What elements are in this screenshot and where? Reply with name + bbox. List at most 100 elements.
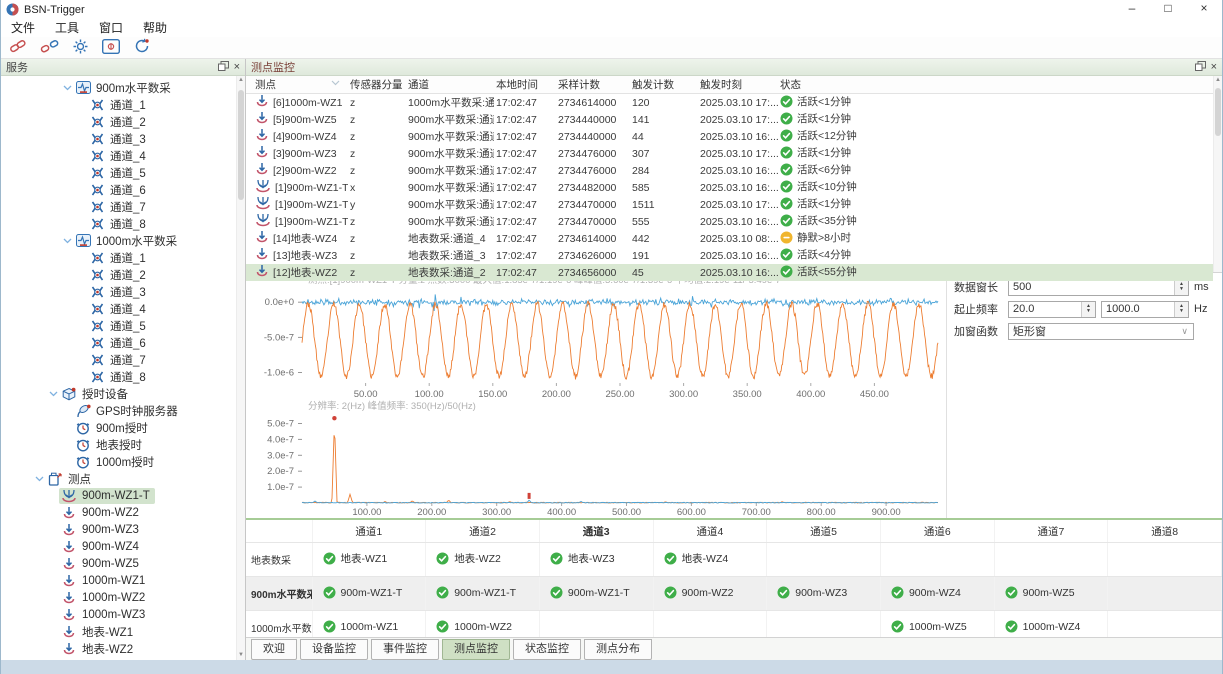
tree-item[interactable]: 通道_2: [1, 113, 245, 130]
tree-item[interactable]: 通道_8: [1, 368, 245, 385]
sidebar-scrollbar[interactable]: ▲ ▼: [236, 76, 245, 660]
table-row[interactable]: [4]900m-WZ4z900m水平数采:通道_617:02:472734440…: [246, 128, 1213, 145]
tree-item[interactable]: 900m-WZ1-T: [1, 487, 245, 504]
tab-item-2[interactable]: 设备监控: [300, 639, 368, 660]
column-header[interactable]: 传感器分量: [348, 76, 406, 94]
scroll-down-icon[interactable]: ▼: [237, 651, 245, 660]
grid-cell[interactable]: [1108, 543, 1222, 577]
table-row[interactable]: [1]900m-WZ1-Ty900m水平数采:通道_217:02:4727344…: [246, 196, 1213, 213]
tree-item[interactable]: 地表授时: [1, 436, 245, 453]
grid-cell[interactable]: 900m-WZ1-T: [426, 577, 540, 611]
grid-cell[interactable]: 地表-WZ1: [312, 543, 426, 577]
toolbar-connect-button[interactable]: [8, 39, 28, 57]
column-header[interactable]: 状态: [778, 76, 1213, 94]
tree-item[interactable]: 通道_5: [1, 164, 245, 181]
grid-cell[interactable]: [1108, 577, 1222, 611]
grid-cell[interactable]: [539, 611, 653, 638]
tree-item[interactable]: 通道_5: [1, 317, 245, 334]
freq-end-input[interactable]: 1000.0▲▼: [1101, 301, 1189, 318]
tree-item[interactable]: 通道_4: [1, 147, 245, 164]
grid-cell[interactable]: [880, 543, 994, 577]
tree-item[interactable]: 1000m水平数采: [1, 232, 245, 249]
close-button[interactable]: ×: [1186, 0, 1222, 19]
chevron-expanded-icon[interactable]: [33, 476, 45, 482]
menu-item-1[interactable]: 文件: [1, 19, 45, 37]
minimize-button[interactable]: –: [1114, 0, 1150, 19]
tree-item[interactable]: 900m-WZ5: [1, 555, 245, 572]
table-row[interactable]: [3]900m-WZ3z900m水平数采:通道_517:02:472734476…: [246, 145, 1213, 162]
chevron-expanded-icon[interactable]: [47, 391, 59, 397]
toolbar-refresh-button[interactable]: [132, 39, 152, 57]
toolbar-disconnect-button[interactable]: [39, 39, 59, 57]
grid-cell[interactable]: 1000m-WZ5: [880, 611, 994, 638]
tree-item[interactable]: 通道_3: [1, 130, 245, 147]
scroll-up-icon[interactable]: ▲: [237, 76, 245, 85]
tree-item[interactable]: 1000m-WZ3: [1, 606, 245, 623]
float-panel-icon[interactable]: [1195, 61, 1206, 74]
grid-cell[interactable]: 地表-WZ4: [653, 543, 767, 577]
tree-item[interactable]: 900m-WZ4: [1, 538, 245, 555]
tree-item[interactable]: 1000m-WZ1: [1, 572, 245, 589]
tab-item-6[interactable]: 测点分布: [584, 639, 652, 660]
freq-start-input[interactable]: 20.0▲▼: [1008, 301, 1096, 318]
table-row[interactable]: [1]900m-WZ1-Tz900m水平数采:通道_317:02:4727344…: [246, 213, 1213, 230]
grid-cell[interactable]: [994, 543, 1108, 577]
toolbar-settings-button[interactable]: [70, 39, 90, 57]
toolbar-console-button[interactable]: [101, 39, 121, 57]
column-header[interactable]: 测点: [246, 76, 348, 94]
spinner-buttons[interactable]: ▲▼: [1174, 280, 1188, 295]
grid-cell[interactable]: 900m-WZ2: [653, 577, 767, 611]
grid-cell[interactable]: 1000m-WZ4: [994, 611, 1108, 638]
maximize-button[interactable]: □: [1150, 0, 1186, 19]
tree-item[interactable]: 900m-WZ2: [1, 504, 245, 521]
grid-cell[interactable]: 900m-WZ3: [767, 577, 881, 611]
table-row[interactable]: [6]1000m-WZ1z1000m水平数采:通道_117:02:4727346…: [246, 94, 1213, 112]
tree-item[interactable]: GPS时钟服务器: [1, 402, 245, 419]
scrollbar-thumb[interactable]: [238, 90, 244, 200]
tree-item[interactable]: 通道_8: [1, 215, 245, 232]
chevron-expanded-icon[interactable]: [61, 85, 73, 91]
float-panel-icon[interactable]: [218, 61, 229, 74]
grid-cell[interactable]: [767, 611, 881, 638]
tree-item[interactable]: 1000m-WZ2: [1, 589, 245, 606]
table-scrollbar[interactable]: ▲: [1213, 76, 1222, 272]
table-row[interactable]: [13]地表-WZ3z地表数采:通道_317:02:47273462600019…: [246, 247, 1213, 264]
tree-item[interactable]: 地表-WZ1: [1, 623, 245, 640]
grid-cell[interactable]: 900m-WZ1-T: [539, 577, 653, 611]
tab-item-1[interactable]: 欢迎: [251, 639, 297, 660]
tree-item[interactable]: 通道_2: [1, 266, 245, 283]
table-row[interactable]: [2]900m-WZ2z900m水平数采:通道_417:02:472734476…: [246, 162, 1213, 179]
table-row[interactable]: [1]900m-WZ1-Tx900m水平数采:通道_117:02:4727344…: [246, 179, 1213, 196]
scroll-up-icon[interactable]: ▲: [1214, 76, 1222, 85]
tree-item[interactable]: 通道_3: [1, 283, 245, 300]
close-panel-icon[interactable]: ×: [1211, 62, 1217, 73]
grid-cell[interactable]: 900m-WZ4: [880, 577, 994, 611]
grid-cell[interactable]: 900m-WZ5: [994, 577, 1108, 611]
tree-item[interactable]: 通道_6: [1, 181, 245, 198]
column-header[interactable]: 本地时间: [494, 76, 556, 94]
column-header[interactable]: 采样计数: [556, 76, 630, 94]
table-row[interactable]: [12]地表-WZ2z地表数采:通道_217:02:47273465600045…: [246, 264, 1213, 281]
close-panel-icon[interactable]: ×: [234, 62, 240, 73]
grid-cell[interactable]: 900m-WZ1-T: [312, 577, 426, 611]
data-window-length-input[interactable]: 500▲▼: [1008, 279, 1189, 296]
tree-item[interactable]: 通道_7: [1, 351, 245, 368]
chevron-expanded-icon[interactable]: [61, 238, 73, 244]
grid-cell[interactable]: [767, 543, 881, 577]
menu-item-2[interactable]: 工具: [45, 19, 89, 37]
tree-item[interactable]: 900m-WZ3: [1, 521, 245, 538]
tree-item[interactable]: 测点: [1, 470, 245, 487]
window-function-select[interactable]: 矩形窗∨: [1008, 323, 1194, 340]
column-header[interactable]: 触发计数: [630, 76, 698, 94]
column-header[interactable]: 通道: [406, 76, 494, 94]
tab-item-5[interactable]: 状态监控: [513, 639, 581, 660]
table-row[interactable]: [5]900m-WZ5z900m水平数采:通道_717:02:472734440…: [246, 111, 1213, 128]
tree-item[interactable]: 900m水平数采: [1, 79, 245, 96]
tree-item[interactable]: 通道_1: [1, 96, 245, 113]
table-row[interactable]: [14]地表-WZ4z地表数采:通道_417:02:47273461400044…: [246, 230, 1213, 247]
menu-item-4[interactable]: 帮助: [133, 19, 177, 37]
grid-cell[interactable]: [1108, 611, 1222, 638]
column-header[interactable]: 触发时刻: [698, 76, 778, 94]
grid-cell[interactable]: 1000m-WZ1: [312, 611, 426, 638]
tree-item[interactable]: 通道_4: [1, 300, 245, 317]
